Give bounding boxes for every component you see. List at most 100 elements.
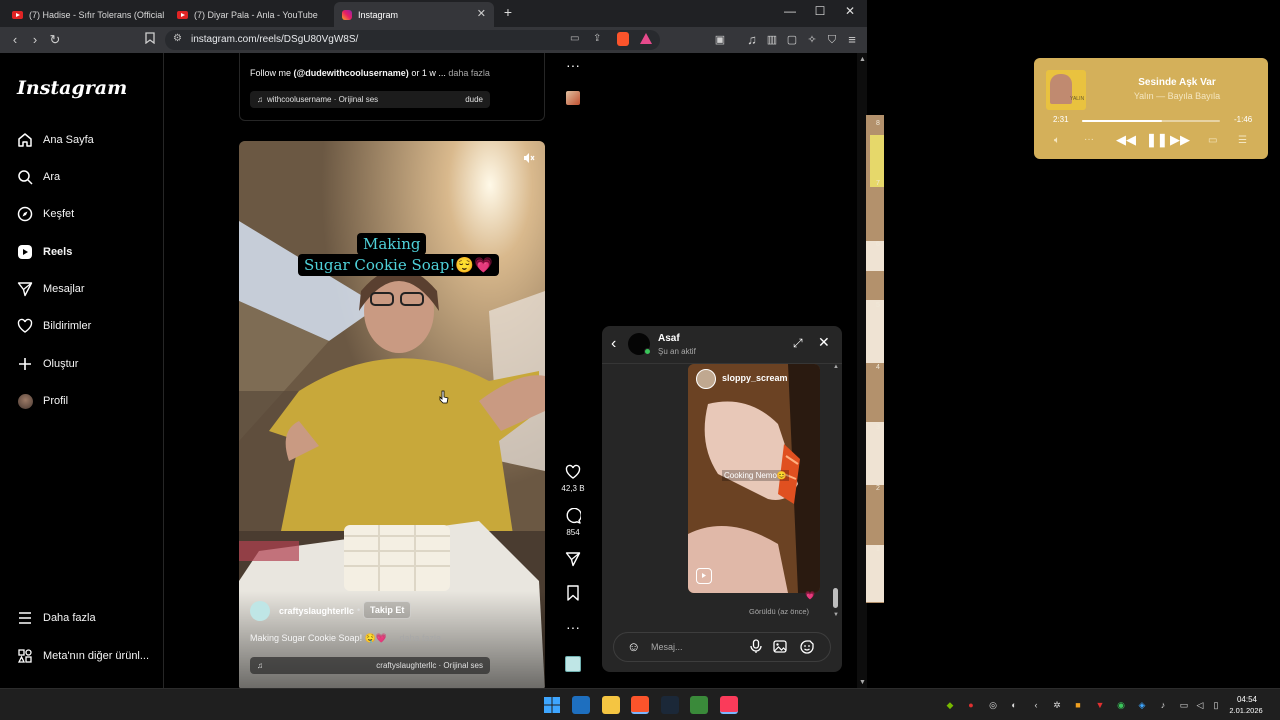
tab-diyar-pala[interactable]: (7) Diyar Pala - Anla - YouTube xyxy=(169,2,329,27)
like-button[interactable]: 42,3 B xyxy=(553,464,593,493)
emoji-icon[interactable]: ☺ xyxy=(627,640,640,654)
scroll-thumb[interactable] xyxy=(833,588,838,608)
audio-thumbnail[interactable] xyxy=(565,656,581,672)
nav-meta-apps[interactable]: Meta'nın diğer ürünl... xyxy=(16,644,149,668)
follow-button[interactable]: Takip Et xyxy=(363,601,412,619)
caption-mention[interactable]: (@dudewithcoolusername) xyxy=(294,68,409,78)
mute-icon[interactable] xyxy=(523,152,535,167)
progress-track[interactable] xyxy=(1082,120,1220,122)
start-button[interactable] xyxy=(543,696,561,714)
brave-rewards-icon[interactable] xyxy=(640,33,652,44)
more-options-icon[interactable]: ··· xyxy=(553,56,593,74)
maximize-button[interactable]: ☐ xyxy=(810,4,830,18)
reading-list-icon[interactable]: ▥ xyxy=(764,32,780,48)
expand-icon[interactable]: ⤢ xyxy=(793,336,803,351)
sidebar-toggle-icon[interactable]: ▣ xyxy=(712,32,728,48)
lyrics-icon[interactable]: ▭ xyxy=(1208,135,1217,146)
tray-app-icon[interactable]: ✲ xyxy=(1051,699,1063,711)
game-app-icon[interactable] xyxy=(690,696,708,714)
scroll-down-arrow-icon[interactable]: ▼ xyxy=(859,679,866,686)
address-bar[interactable]: ⚙ instagram.com/reels/DSgU80VgW8S/ ▭ ⇪ xyxy=(165,30,660,50)
leo-ai-icon[interactable]: ✧ xyxy=(804,32,820,48)
steam-icon[interactable] xyxy=(661,696,679,714)
tab-instagram[interactable]: Instagram ✕ xyxy=(334,2,494,27)
pause-icon[interactable]: ❚❚ xyxy=(1146,132,1168,148)
close-window-button[interactable]: ✕ xyxy=(840,4,860,18)
queue-icon[interactable]: ☰ xyxy=(1238,135,1247,146)
nav-reels[interactable]: Reels xyxy=(16,240,72,264)
dm-scrollbar[interactable]: ▲ ▼ xyxy=(833,364,839,622)
fast-forward-icon[interactable]: ▶▶ xyxy=(1170,132,1190,148)
nav-search[interactable]: Ara xyxy=(16,165,60,189)
microphone-icon[interactable]: ♪ xyxy=(1157,699,1169,711)
image-icon[interactable] xyxy=(773,640,787,658)
comment-button[interactable]: 854 xyxy=(553,507,593,537)
more-link[interactable]: ... daha fazla xyxy=(390,633,442,643)
new-tab-button[interactable]: + xyxy=(498,4,518,20)
more-link[interactable]: daha fazla xyxy=(448,68,490,78)
nav-profile[interactable]: Profil xyxy=(16,389,68,413)
scroll-down-arrow-icon[interactable]: ▼ xyxy=(833,612,839,618)
more-options-icon[interactable]: ··· xyxy=(553,618,593,636)
close-tab-icon[interactable]: ✕ xyxy=(477,7,486,20)
file-explorer-icon[interactable] xyxy=(602,696,620,714)
reel-video[interactable]: Making Sugar Cookie Soap!😌💗 craftyslaugh… xyxy=(239,141,545,688)
site-settings-icon[interactable]: ⚙ xyxy=(173,33,182,44)
minimize-button[interactable]: — xyxy=(780,4,800,18)
back-icon[interactable]: ‹ xyxy=(7,32,23,48)
nvidia-icon[interactable]: ◆ xyxy=(944,699,956,711)
media-icon[interactable]: ♫ xyxy=(744,32,760,48)
nav-more[interactable]: Daha fazla xyxy=(16,606,96,630)
volume-icon[interactable]: 🔈︎ xyxy=(1054,135,1060,146)
music-app-icon[interactable] xyxy=(720,696,738,714)
dm-contact-name[interactable]: Asaf xyxy=(658,333,680,344)
nav-create[interactable]: Oluştur xyxy=(16,352,78,376)
battery-icon[interactable]: ▯ xyxy=(1210,699,1222,711)
reload-icon[interactable]: ↻ xyxy=(47,32,63,48)
message-input[interactable]: Mesaj... xyxy=(651,642,683,652)
wallet-icon[interactable]: ▢ xyxy=(784,32,800,48)
tray-app-icon[interactable]: ▼ xyxy=(1094,699,1106,711)
instagram-logo[interactable]: Instagram xyxy=(17,77,127,99)
cast-icon[interactable]: ▭ xyxy=(570,33,579,44)
tray-app-icon[interactable]: ‹ xyxy=(1030,699,1042,711)
nav-explore[interactable]: Keşfet xyxy=(16,202,74,226)
brave-browser-icon[interactable] xyxy=(631,696,649,714)
nav-messages[interactable]: Mesajlar xyxy=(16,277,85,301)
shared-reel-message[interactable]: sloppy_scream Cooking Nemo😊 xyxy=(688,364,820,593)
back-icon[interactable]: ‹ xyxy=(611,335,616,353)
tray-app-icon[interactable]: ◎ xyxy=(987,699,999,711)
close-icon[interactable]: ✕ xyxy=(818,334,830,351)
more-options-icon[interactable]: ··· xyxy=(1084,134,1094,145)
bookmark-icon[interactable] xyxy=(142,32,158,48)
vpn-icon[interactable]: ⛉ xyxy=(824,32,840,48)
background-app-window[interactable]: 8 7 6 5 4 3 2 1 xyxy=(866,115,884,603)
audio-pill[interactable]: ♫ craftyslaughterllc · Orijinal ses xyxy=(250,657,490,674)
photos-app-icon[interactable] xyxy=(572,696,590,714)
tab-hadise[interactable]: (7) Hadise - Sıfır Tolerans (Official Vi… xyxy=(4,2,164,27)
share-icon[interactable]: ⇪ xyxy=(593,33,601,44)
brave-shields-icon[interactable] xyxy=(617,32,629,46)
clock-date[interactable]: 2.01.2026 xyxy=(1226,706,1266,715)
share-button[interactable] xyxy=(553,551,593,571)
reel-username[interactable]: craftyslaughterllc xyxy=(279,606,354,616)
network-icon[interactable]: ▭ xyxy=(1178,699,1190,711)
nav-home[interactable]: Ana Sayfa xyxy=(16,128,94,152)
tray-app-icon[interactable]: ■ xyxy=(1072,699,1084,711)
tray-app-icon[interactable]: ◈ xyxy=(1136,699,1148,711)
menu-icon[interactable]: ≡ xyxy=(844,32,860,48)
steam-tray-icon[interactable]: ◐ xyxy=(1008,699,1020,711)
rewind-icon[interactable]: ◀◀ xyxy=(1116,132,1136,148)
scroll-up-arrow-icon[interactable]: ▲ xyxy=(833,364,839,370)
scroll-up-arrow-icon[interactable]: ▲ xyxy=(859,56,866,63)
audio-pill[interactable]: ♫ withcoolusername · Orijinal ses dude xyxy=(250,91,490,108)
volume-icon[interactable]: ◁ xyxy=(1194,699,1206,711)
avatar[interactable] xyxy=(250,601,270,621)
audio-thumbnail[interactable] xyxy=(566,91,580,105)
sticker-icon[interactable] xyxy=(800,640,814,659)
clock-time[interactable]: 04:54 xyxy=(1230,695,1264,704)
nav-notifications[interactable]: Bildirimler xyxy=(16,314,91,338)
microphone-icon[interactable] xyxy=(750,639,762,659)
save-button[interactable] xyxy=(553,585,593,605)
tray-app-icon[interactable]: ● xyxy=(965,699,977,711)
